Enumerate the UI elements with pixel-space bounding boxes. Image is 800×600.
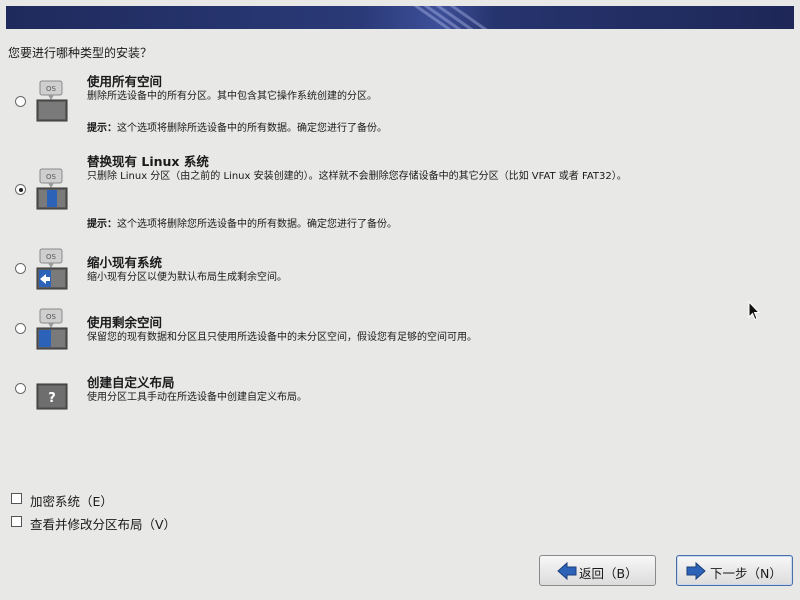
os-replace-linux-icon: OS bbox=[36, 168, 68, 210]
back-button[interactable]: 返回（B） bbox=[539, 555, 656, 586]
os-replace-drive-icon: OS bbox=[36, 80, 68, 122]
arrow-right-icon bbox=[686, 561, 706, 581]
option-tip: 提示：这个选项将删除所选设备中的所有数据。确定您进行了备份。 bbox=[87, 119, 387, 134]
radio-use-free-space[interactable] bbox=[15, 323, 26, 334]
header-banner bbox=[6, 6, 794, 29]
encrypt-system-checkbox[interactable] bbox=[11, 493, 22, 504]
option-description: 只删除 Linux 分区（由之前的 Linux 安装创建的）。这样就不会删除您存… bbox=[87, 171, 627, 182]
review-layout-checkbox[interactable] bbox=[11, 516, 22, 527]
option-description: 缩小现有分区以便为默认布局生成剩余空间。 bbox=[87, 272, 287, 283]
next-button[interactable]: 下一步（N） bbox=[676, 555, 793, 586]
option-description: 使用分区工具手动在所选设备中创建自定义布局。 bbox=[87, 392, 307, 403]
radio-replace-linux[interactable] bbox=[15, 184, 26, 195]
option-title: 使用所有空间 bbox=[87, 74, 163, 89]
tip-label: 提示： bbox=[87, 123, 117, 134]
option-title: 替换现有 Linux 系统 bbox=[87, 154, 209, 169]
svg-text:OS: OS bbox=[46, 173, 57, 181]
svg-text:OS: OS bbox=[46, 253, 57, 261]
tip-text: 这个选项将删除您所选设备中的所有数据。确定您进行了备份。 bbox=[117, 219, 397, 230]
arrow-left-icon bbox=[557, 561, 577, 581]
review-layout-label[interactable]: 查看并修改分区布局（V） bbox=[30, 514, 176, 533]
svg-text:?: ? bbox=[48, 391, 56, 406]
tip-text: 这个选项将删除所选设备中的所有数据。确定您进行了备份。 bbox=[117, 123, 387, 134]
encrypt-system-label[interactable]: 加密系统（E） bbox=[30, 491, 113, 510]
tip-label: 提示： bbox=[87, 219, 117, 230]
next-button-label: 下一步（N） bbox=[710, 566, 782, 581]
option-tip: 提示：这个选项将删除您所选设备中的所有数据。确定您进行了备份。 bbox=[87, 215, 397, 230]
svg-text:OS: OS bbox=[46, 313, 57, 321]
radio-custom-layout[interactable] bbox=[15, 383, 26, 394]
back-button-label: 返回（B） bbox=[579, 566, 638, 581]
option-title: 使用剩余空间 bbox=[87, 315, 163, 330]
option-title: 缩小现有系统 bbox=[87, 255, 163, 270]
custom-layout-question-icon: ? bbox=[36, 383, 68, 410]
mouse-cursor-icon bbox=[748, 301, 760, 321]
install-type-question: 您要进行哪种类型的安装？ bbox=[8, 46, 153, 60]
installer-window: 您要进行哪种类型的安装？ OS 使用所有空间 删除所选设备中的所有分区。其中包含… bbox=[0, 0, 800, 600]
svg-text:OS: OS bbox=[46, 85, 57, 93]
option-title: 创建自定义布局 bbox=[87, 375, 175, 390]
os-free-space-icon: OS bbox=[36, 308, 68, 350]
os-shrink-icon: OS bbox=[36, 248, 68, 290]
radio-shrink-existing[interactable] bbox=[15, 263, 26, 274]
option-description: 保留您的现有数据和分区且只使用所选设备中的未分区空间，假设您有足够的空间可用。 bbox=[87, 332, 477, 343]
radio-use-all-space[interactable] bbox=[15, 96, 26, 107]
option-description: 删除所选设备中的所有分区。其中包含其它操作系统创建的分区。 bbox=[87, 91, 377, 102]
